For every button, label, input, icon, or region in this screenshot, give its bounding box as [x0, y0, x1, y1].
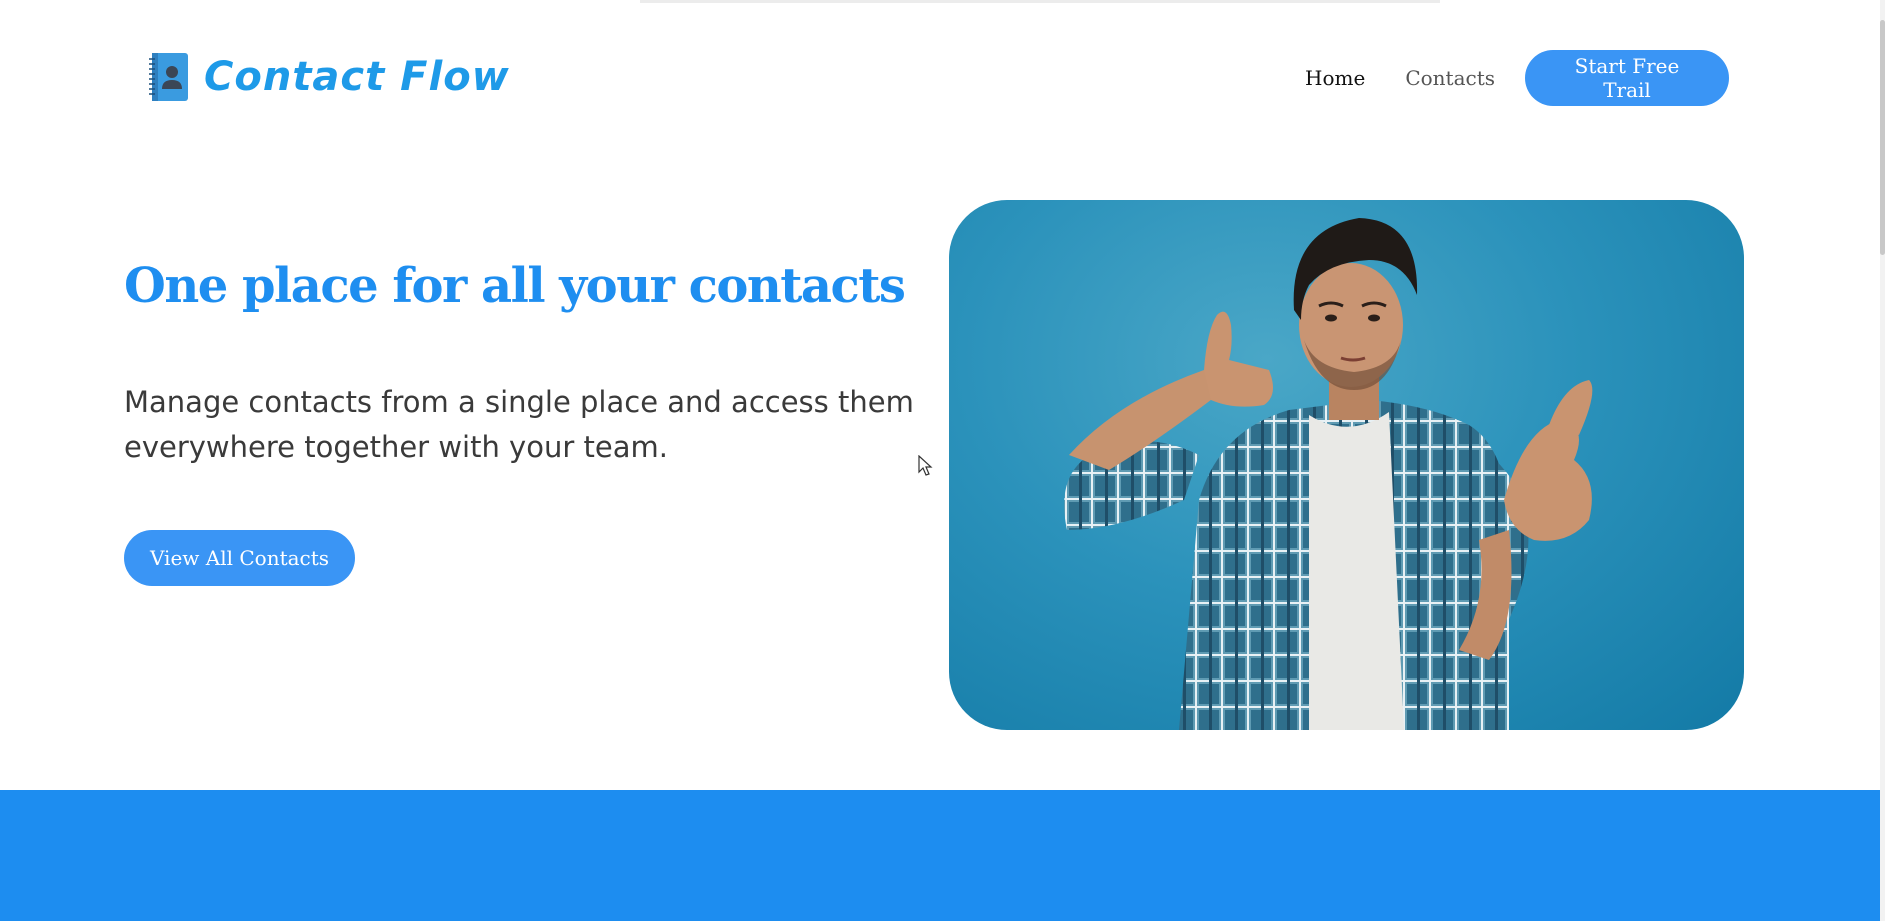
- main-nav: Home Contacts Start Free Trail: [1305, 50, 1729, 106]
- hero-description: Manage contacts from a single place and …: [124, 385, 914, 464]
- nav-contacts-link[interactable]: Contacts: [1405, 66, 1495, 90]
- view-all-contacts-button[interactable]: View All Contacts: [124, 530, 355, 586]
- hero-title: One place for all your contacts: [124, 258, 906, 314]
- start-free-trial-button[interactable]: Start Free Trail: [1525, 50, 1729, 106]
- page-scrollbar[interactable]: [1880, 0, 1885, 921]
- scrollbar-thumb[interactable]: [1880, 20, 1885, 255]
- brand-name: Contact Flow: [204, 54, 510, 100]
- man-phone-gesture-photo: [1064, 218, 1593, 730]
- features-section-band: [0, 790, 1880, 921]
- nav-home-link[interactable]: Home: [1305, 66, 1365, 90]
- hero-photo: [949, 200, 1744, 730]
- mouse-cursor-icon: [918, 454, 934, 477]
- top-edge-bar: [640, 0, 1440, 3]
- landing-page: Contact Flow Home Contacts Start Free Tr…: [0, 0, 1885, 921]
- contact-book-icon: [148, 52, 190, 102]
- brand-logo[interactable]: Contact Flow: [148, 52, 510, 102]
